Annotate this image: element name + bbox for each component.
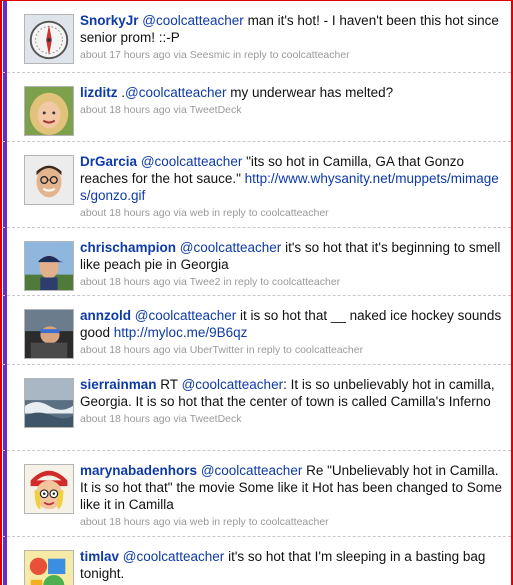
- tweet-content: timlav @coolcatteacher it's so hot that …: [80, 548, 503, 582]
- url-link[interactable]: http://myloc.me/9B6qz: [114, 325, 248, 340]
- timestamp-link[interactable]: about 18 hours ago: [80, 344, 171, 356]
- via-label: via: [170, 516, 190, 528]
- reply-label: in reply to: [220, 276, 272, 288]
- mention-link[interactable]: @coolcatteacher: [123, 549, 225, 564]
- source-link[interactable]: TweetDeck: [190, 104, 242, 116]
- tweet-timeline: SnorkyJr @coolcatteacher man it's hot! -…: [0, 0, 513, 585]
- reply-to-link[interactable]: coolcatteacher: [260, 207, 328, 219]
- reply-label: in reply to: [209, 207, 261, 219]
- tweet-meta: about 18 hours ago via Twee2 in reply to…: [80, 276, 503, 289]
- username-link[interactable]: DrGarcia: [80, 154, 137, 169]
- reply-to-link[interactable]: coolcatteacher: [295, 344, 363, 356]
- reply-label: in reply to: [209, 516, 261, 528]
- reply-to-link[interactable]: coolcatteacher: [272, 276, 340, 288]
- tweet-content: annzold @coolcatteacher it is so hot tha…: [80, 307, 503, 341]
- source-link[interactable]: Twee2: [190, 276, 221, 288]
- tweet-item: timlav @coolcatteacher it's so hot that …: [2, 537, 511, 585]
- username-link[interactable]: lizditz: [80, 85, 118, 100]
- timestamp-link[interactable]: about 17 hours ago: [80, 49, 171, 61]
- tweet-item: annzold @coolcatteacher it is so hot tha…: [2, 296, 511, 365]
- via-label: via: [170, 104, 190, 116]
- timestamp-link[interactable]: about 18 hours ago: [80, 276, 171, 288]
- timestamp-link[interactable]: about 18 hours ago: [80, 516, 171, 528]
- via-label: via: [170, 207, 190, 219]
- via-label: via: [170, 413, 190, 425]
- reply-to-link[interactable]: coolcatteacher: [281, 49, 349, 61]
- username-link[interactable]: timlav: [80, 549, 119, 564]
- username-link[interactable]: sierrainman: [80, 377, 157, 392]
- via-label: via: [170, 276, 190, 288]
- tweet-meta: about 18 hours ago via UberTwitter in re…: [80, 344, 503, 357]
- via-label: via: [170, 49, 190, 61]
- source-link[interactable]: web: [190, 207, 209, 219]
- mention-link[interactable]: @coolcatteacher: [125, 85, 227, 100]
- tweet-meta: about 18 hours ago via web in reply to c…: [80, 516, 503, 529]
- cartoon-woman-avatar-icon[interactable]: [24, 464, 74, 514]
- tweet-item: chrischampion @coolcatteacher it's so ho…: [2, 228, 511, 296]
- tweet-item: marynabadenhors @coolcatteacher Re "Unbe…: [2, 451, 511, 537]
- source-link[interactable]: Seesmic: [190, 49, 230, 61]
- mention-link[interactable]: @coolcatteacher: [182, 377, 284, 392]
- reply-to-link[interactable]: coolcatteacher: [260, 516, 328, 528]
- username-link[interactable]: marynabadenhors: [80, 463, 197, 478]
- colorful-toy-avatar-icon[interactable]: [24, 550, 74, 585]
- timestamp-link[interactable]: about 18 hours ago: [80, 207, 171, 219]
- tweet-content: lizditz .@coolcatteacher my underwear ha…: [80, 84, 503, 101]
- mention-link[interactable]: @coolcatteacher: [135, 308, 237, 323]
- tweet-prefix: .: [117, 85, 126, 100]
- via-label: via: [170, 344, 190, 356]
- tweet-content: SnorkyJr @coolcatteacher man it's hot! -…: [80, 12, 503, 46]
- person-car-avatar-icon[interactable]: [24, 309, 74, 359]
- mention-link[interactable]: @coolcatteacher: [180, 240, 282, 255]
- tweet-item: DrGarcia @coolcatteacher "its so hot in …: [2, 142, 511, 228]
- tweet-content: marynabadenhors @coolcatteacher Re "Unbe…: [80, 462, 503, 513]
- mention-link[interactable]: @coolcatteacher: [141, 154, 243, 169]
- tweet-item: SnorkyJr @coolcatteacher man it's hot! -…: [2, 1, 511, 73]
- tweet-content: sierrainman RT @coolcatteacher: It is so…: [80, 376, 503, 410]
- blonde-woman-avatar-icon[interactable]: [24, 86, 74, 136]
- timestamp-link[interactable]: about 18 hours ago: [80, 413, 171, 425]
- timestamp-link[interactable]: about 18 hours ago: [80, 104, 171, 116]
- ocean-wave-avatar-icon[interactable]: [24, 378, 74, 428]
- tweet-content: DrGarcia @coolcatteacher "its so hot in …: [80, 153, 503, 204]
- source-link[interactable]: TweetDeck: [190, 413, 242, 425]
- reply-label: in reply to: [243, 344, 295, 356]
- source-link[interactable]: UberTwitter: [190, 344, 244, 356]
- tweet-item: lizditz .@coolcatteacher my underwear ha…: [2, 73, 511, 142]
- tweet-meta: about 18 hours ago via web in reply to c…: [80, 207, 503, 220]
- man-cap-avatar-icon[interactable]: [24, 241, 74, 291]
- compass-avatar-icon[interactable]: [24, 14, 74, 64]
- username-link[interactable]: annzold: [80, 308, 131, 323]
- mention-link[interactable]: @coolcatteacher: [142, 13, 244, 28]
- tweet-content: chrischampion @coolcatteacher it's so ho…: [80, 239, 503, 273]
- man-glasses-avatar-icon[interactable]: [24, 155, 74, 205]
- tweet-meta: about 18 hours ago via TweetDeck: [80, 413, 503, 426]
- tweet-item: sierrainman RT @coolcatteacher: It is so…: [2, 365, 511, 451]
- mention-link[interactable]: @coolcatteacher: [201, 463, 303, 478]
- username-link[interactable]: SnorkyJr: [80, 13, 139, 28]
- tweet-text: my underwear has melted?: [226, 85, 394, 100]
- username-link[interactable]: chrischampion: [80, 240, 176, 255]
- reply-label: in reply to: [230, 49, 282, 61]
- source-link[interactable]: web: [190, 516, 209, 528]
- tweet-meta: about 17 hours ago via Seesmic in reply …: [80, 49, 503, 62]
- tweet-meta: about 18 hours ago via TweetDeck: [80, 104, 503, 117]
- tweet-prefix: RT: [156, 377, 182, 392]
